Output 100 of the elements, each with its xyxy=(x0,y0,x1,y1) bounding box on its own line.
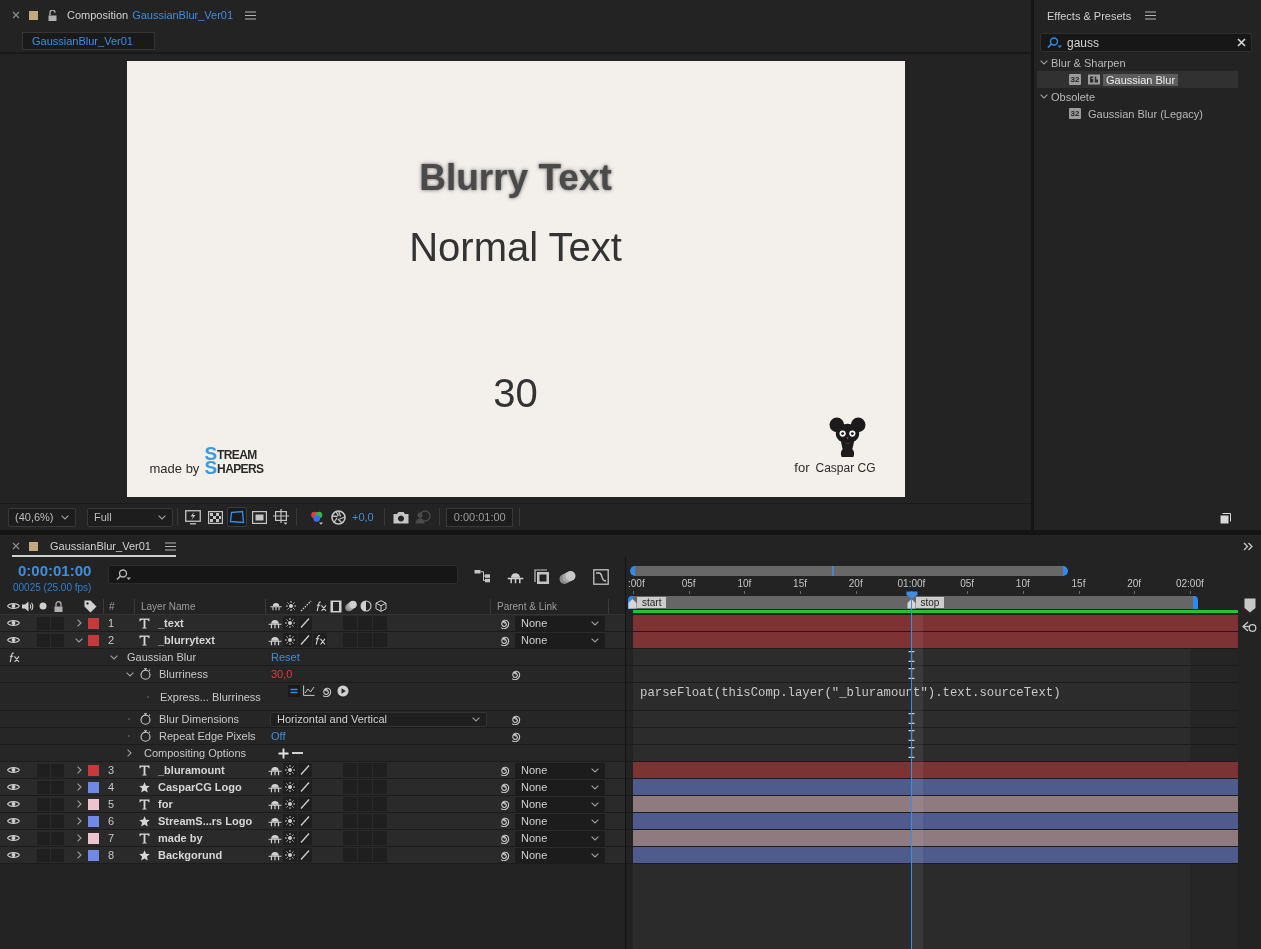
layer-row[interactable]: 4 CasparCG Logo None xyxy=(0,779,625,796)
dome-icon[interactable] xyxy=(268,634,282,646)
label-color-swatch[interactable] xyxy=(88,764,99,776)
sun-icon[interactable] xyxy=(283,848,297,862)
time-field[interactable]: 0:00:01:00 xyxy=(445,507,513,527)
layer-name[interactable]: StreamS...rs Logo xyxy=(158,815,253,827)
chevron-down-icon[interactable] xyxy=(126,671,134,677)
aperture-icon[interactable] xyxy=(331,509,346,525)
layer-name[interactable]: for xyxy=(158,798,173,810)
spiral-icon[interactable] xyxy=(509,668,521,680)
parent-dropdown[interactable]: None xyxy=(515,762,605,778)
dome-icon[interactable] xyxy=(268,617,282,629)
layer-row[interactable]: 5 for None xyxy=(0,796,625,813)
camera-icon[interactable] xyxy=(392,510,409,524)
tree-item[interactable]: 32 Gaussian Blur xyxy=(1037,71,1238,88)
property-row[interactable]: Blurriness 30,0 xyxy=(0,666,625,683)
fx-icon[interactable] xyxy=(8,651,20,663)
layer-name[interactable]: made by xyxy=(158,832,203,844)
marker-icon[interactable] xyxy=(1243,598,1256,613)
timecode[interactable]: 0:00:01:00 xyxy=(12,562,92,579)
chevron-down-icon[interactable] xyxy=(1040,94,1048,99)
curve-graph-icon[interactable] xyxy=(593,569,609,585)
flowchart-icon[interactable] xyxy=(474,569,491,583)
layer-name[interactable]: _bluramount xyxy=(158,764,225,776)
spiral-icon[interactable] xyxy=(498,815,510,827)
eye-icon[interactable] xyxy=(7,636,20,644)
property-value[interactable]: Off xyxy=(271,730,286,742)
resolution-dropdown[interactable]: Full xyxy=(87,507,173,527)
three-circles-icon[interactable] xyxy=(309,509,325,525)
padlock-icon[interactable] xyxy=(48,9,57,21)
parent-dropdown[interactable]: None xyxy=(515,813,605,829)
parent-dropdown[interactable]: None xyxy=(515,830,605,846)
eye-icon[interactable] xyxy=(7,834,20,842)
stacked-frames-icon[interactable] xyxy=(534,569,550,585)
layer-name[interactable]: _text xyxy=(158,617,184,629)
parent-dropdown[interactable]: None xyxy=(515,796,605,812)
layer-name[interactable]: _blurrytext xyxy=(158,634,215,646)
tree-item[interactable]: 32 Gaussian Blur (Legacy) xyxy=(1037,105,1238,122)
dome-icon[interactable] xyxy=(507,571,524,584)
chevron-right-icon[interactable] xyxy=(76,817,82,825)
dome-icon[interactable] xyxy=(268,815,282,827)
sun-icon[interactable] xyxy=(283,814,297,828)
exposure-value[interactable]: +0,0 xyxy=(352,511,374,523)
view-toggle-button[interactable] xyxy=(271,507,291,527)
search-field[interactable]: gauss xyxy=(1040,33,1252,52)
fx-icon[interactable] xyxy=(313,633,327,647)
view-toggle-button[interactable] xyxy=(183,507,203,527)
chevron-down-icon[interactable] xyxy=(1040,60,1048,65)
chevron-down-icon[interactable] xyxy=(110,654,118,660)
layer-name[interactable]: CasparCG Logo xyxy=(158,781,242,793)
sun-icon[interactable] xyxy=(283,763,297,777)
layer-name[interactable]: Backgorund xyxy=(158,849,223,861)
sun-icon[interactable] xyxy=(283,616,297,630)
dome-icon[interactable] xyxy=(268,832,282,844)
marker-label[interactable]: stop xyxy=(915,597,945,608)
spiral-icon[interactable] xyxy=(509,730,521,742)
stopwatch-icon[interactable] xyxy=(140,730,151,742)
spiral-icon[interactable] xyxy=(320,685,332,697)
label-color-swatch[interactable] xyxy=(88,634,99,646)
slash-icon[interactable] xyxy=(298,797,312,811)
plus-icon[interactable] xyxy=(278,747,289,759)
spiral-icon[interactable] xyxy=(498,617,510,629)
search-field[interactable] xyxy=(108,565,458,584)
layer-row[interactable]: 8 Backgorund None xyxy=(0,847,625,864)
property-name[interactable]: Compositing Options xyxy=(144,747,247,759)
label-color-swatch[interactable] xyxy=(88,849,99,861)
sun-icon[interactable] xyxy=(283,831,297,845)
layer-row[interactable]: 6 StreamS...rs Logo None xyxy=(0,813,625,830)
spiral-icon[interactable] xyxy=(498,764,510,776)
property-row[interactable]: Repeat Edge Pixels Off xyxy=(0,728,625,745)
search-icon[interactable] xyxy=(115,568,132,581)
layer-row[interactable]: 2 _blurrytext None xyxy=(0,632,625,649)
slash-icon[interactable] xyxy=(298,616,312,630)
label-color-swatch[interactable] xyxy=(88,832,99,844)
stopwatch-icon[interactable] xyxy=(140,713,151,725)
view-toggle-button[interactable] xyxy=(227,507,247,527)
layer-row[interactable]: 1 _text None xyxy=(0,615,625,632)
property-row[interactable]: Compositing Options xyxy=(0,745,625,762)
spiral-icon[interactable] xyxy=(498,798,510,810)
marker-label[interactable]: start xyxy=(637,597,667,608)
property-dropdown[interactable]: Horizontal and Vertical xyxy=(270,711,487,727)
tree-item[interactable]: Obsolete xyxy=(1037,88,1238,105)
chevron-right-icon[interactable] xyxy=(76,800,82,808)
sun-icon[interactable] xyxy=(283,633,297,647)
parent-dropdown[interactable]: None xyxy=(515,615,605,631)
overlapping-circles-icon[interactable] xyxy=(559,570,576,585)
eye-icon[interactable] xyxy=(7,851,20,859)
label-color-swatch[interactable] xyxy=(88,781,99,793)
panel-title[interactable]: Effects & Presets xyxy=(1047,9,1132,22)
effect-name[interactable]: Gaussian Blur xyxy=(127,651,197,663)
chevron-right-icon[interactable] xyxy=(127,749,132,757)
slash-icon[interactable] xyxy=(298,780,312,794)
reset-link[interactable]: Reset xyxy=(271,651,300,663)
double-chevron-icon[interactable] xyxy=(1243,541,1253,551)
property-row[interactable]: Gaussian Blur Reset xyxy=(0,649,625,666)
chevron-right-icon[interactable] xyxy=(76,834,82,842)
dome-icon[interactable] xyxy=(268,781,282,793)
parent-dropdown[interactable]: None xyxy=(515,632,605,648)
eye-icon[interactable] xyxy=(7,783,20,791)
chevron-right-icon[interactable] xyxy=(76,851,82,859)
